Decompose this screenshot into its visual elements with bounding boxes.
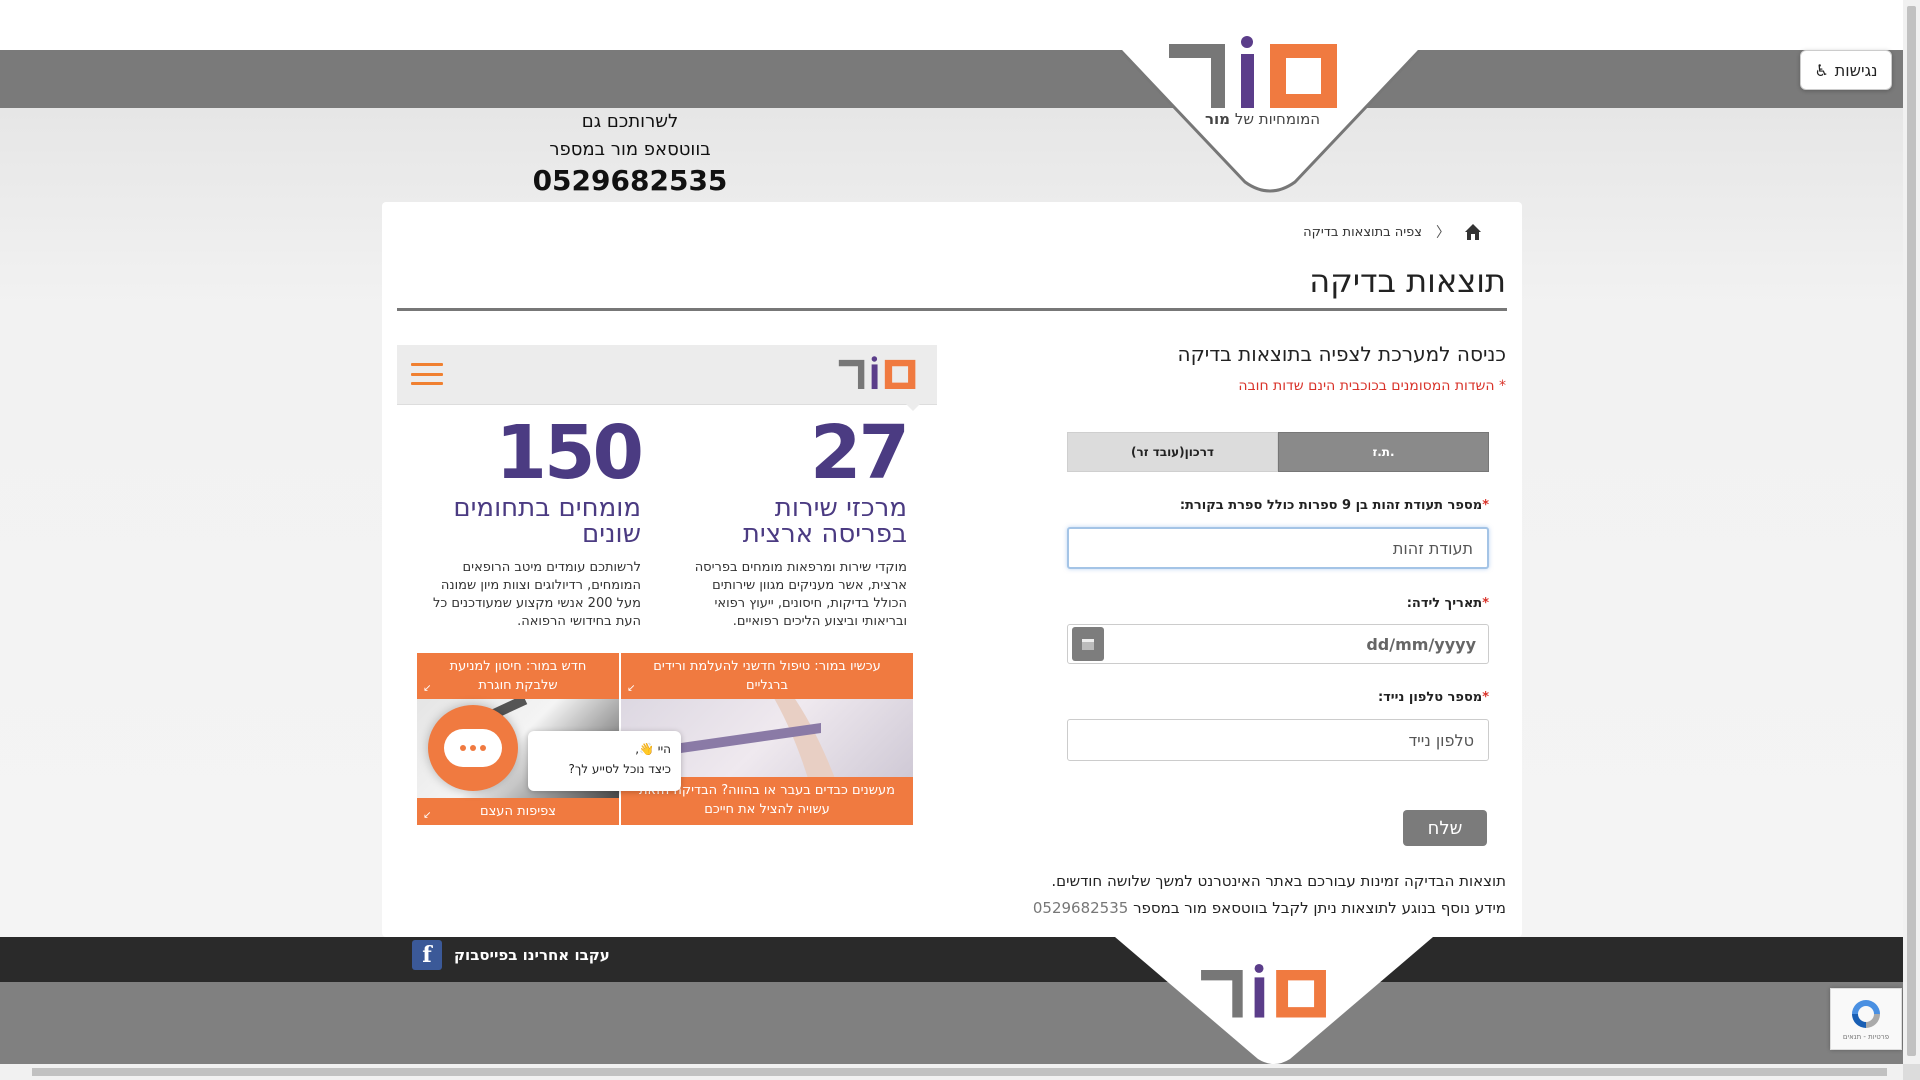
- stat-desc: לרשותכם עומדים מיטב הרופאים המומחים, רדי…: [432, 560, 641, 629]
- horizontal-scroll-thumb[interactable]: [32, 1068, 1887, 1076]
- hamburger-menu-icon[interactable]: [411, 363, 443, 385]
- wheelchair-icon: ♿: [1814, 60, 1829, 80]
- chat-dots-icon: [444, 729, 502, 767]
- stat-value: 27: [810, 410, 910, 496]
- promo-header: [397, 345, 937, 411]
- logo-tagline: המומחיות של מור: [1205, 110, 1320, 128]
- header-band: [0, 50, 1903, 108]
- required-note: * השדות המסומנים בכוכבית הינם שדות חובה: [1238, 378, 1506, 394]
- arrow-icon: ↙: [627, 683, 636, 694]
- home-icon[interactable]: [1464, 223, 1482, 241]
- breadcrumb-current: צפיה בתוצאות בדיקה: [1303, 224, 1422, 240]
- recaptcha-badge[interactable]: פרטיות - תנאים: [1830, 988, 1902, 1050]
- arrow-icon: ↙: [423, 683, 432, 694]
- logo-tagline-brand: מור: [1205, 110, 1231, 128]
- accessibility-label: נגישות: [1834, 60, 1878, 80]
- stat-desc: מוקדי שירות ומרפאות מומחים בפריסה ארצית,…: [694, 560, 907, 629]
- birth-date-label-text: תאריך לידה:: [1406, 596, 1483, 611]
- horizontal-scrollbar[interactable]: [0, 1064, 1903, 1080]
- chat-greeting-popup[interactable]: היי 👋, כיצד נוכל לסייע לך?: [528, 731, 681, 791]
- phone-field-label: *מספר טלפון נייד:: [1067, 690, 1489, 705]
- accessibility-button[interactable]: נגישות ♿: [1800, 50, 1892, 90]
- vertical-scrollbar[interactable]: [1903, 0, 1920, 1064]
- required-star: *: [1482, 596, 1489, 611]
- info-phone[interactable]: 0529682535: [1033, 899, 1128, 917]
- info-line1: תוצאות הבדיקה זמינות עבורכם באתר האינטרנ…: [1051, 872, 1506, 890]
- whatsapp-promo: לשרותכם גם בווטסאפ מור במספר 0529682535: [520, 108, 740, 198]
- tab-passport[interactable]: דרכון(עובד זר): [1067, 432, 1278, 472]
- mor-logo[interactable]: המומחיות של מור: [1165, 36, 1345, 132]
- login-form-header: כניסה למערכת לצפיה בתוצאות בדיקה * השדות…: [986, 342, 1506, 394]
- required-star: *: [1482, 498, 1489, 513]
- recaptcha-icon: [1852, 1000, 1880, 1028]
- chat-question: כיצד נוכל לסייע לך?: [568, 762, 671, 776]
- id-type-tabs: דרכון(עובד זר) ת.ז.: [1067, 432, 1489, 472]
- main-content-card: 〈 צפיה בתוצאות בדיקה תוצאות בדיקה כניסה …: [382, 202, 1522, 937]
- chat-launcher-button[interactable]: [428, 705, 518, 791]
- stat-value: 150: [495, 410, 644, 496]
- tile-caption: חדש במור: חיסון למניעת שלבקת חוגרת: [417, 653, 619, 699]
- recaptcha-label: פרטיות - תנאים: [1842, 1033, 1890, 1041]
- calendar-icon[interactable]: [1072, 627, 1104, 661]
- id-field-label: *מספר תעודת זהות בן 9 ספרות כולל ספרת בק…: [1067, 498, 1489, 513]
- whatsapp-line1: לשרותכם גם: [581, 111, 679, 132]
- birth-date-field: [1067, 624, 1489, 664]
- footer-gray-band: [0, 982, 1903, 1064]
- tab-id[interactable]: ת.ז.: [1278, 432, 1489, 472]
- whatsapp-line2: בווטסאפ מור במספר: [549, 139, 711, 160]
- results-info: תוצאות הבדיקה זמינות עבורכם באתר האינטרנ…: [886, 868, 1506, 922]
- id-number-input[interactable]: [1067, 527, 1489, 569]
- tile-caption: עכשיו במור: טיפול חדשני להעלמת ורידים בר…: [621, 653, 913, 699]
- promo-mor-logo: [838, 356, 916, 390]
- footer-mor-logo[interactable]: [1198, 964, 1332, 1022]
- title-divider: [397, 308, 1507, 311]
- chat-greeting: היי 👋,: [635, 742, 671, 756]
- vertical-scroll-thumb[interactable]: [1907, 6, 1916, 1056]
- promo-header-pointer: [905, 403, 921, 411]
- page-title: תוצאות בדיקה: [1309, 262, 1506, 300]
- mobile-phone-input[interactable]: [1067, 719, 1489, 761]
- facebook-follow-text: עקבו אחרינו בפייסבוק: [454, 946, 610, 964]
- phone-field-label-text: מספר טלפון נייד:: [1377, 690, 1483, 705]
- scrollbar-corner: [1903, 1064, 1920, 1080]
- info-line2: מידע נוסף בנוגע לתוצאות ניתן לקבל בווטסא…: [886, 895, 1506, 922]
- required-star: *: [1482, 690, 1489, 705]
- form-heading: כניסה למערכת לצפיה בתוצאות בדיקה: [1177, 342, 1506, 366]
- whatsapp-number[interactable]: 0529682535: [520, 164, 740, 198]
- stat-specialists: 150 מומחים בתחומים שונים לרשותכם עומדים …: [427, 410, 644, 631]
- facebook-icon: f: [412, 940, 442, 970]
- info-line2-text: מידע נוסף בנוגע לתוצאות ניתן לקבל בווטסא…: [1133, 899, 1506, 917]
- logo-tagline-text: המומחיות של: [1234, 110, 1321, 128]
- stat-title: מרכזי שירות בפריסה ארצית: [742, 493, 907, 549]
- chevron-left-icon: 〈: [1436, 225, 1450, 241]
- stat-title: מומחים בתחומים שונים: [453, 493, 641, 549]
- id-field-label-text: מספר תעודת זהות בן 9 ספרות כולל ספרת בקו…: [1179, 498, 1483, 513]
- birth-date-label: *תאריך לידה:: [1067, 596, 1489, 611]
- facebook-follow-link[interactable]: עקבו אחרינו בפייסבוק f: [412, 940, 610, 970]
- footer-dark-band: [0, 937, 1903, 982]
- tile-caption: צפיפות העצם: [417, 798, 619, 825]
- arrow-icon: ↙: [423, 810, 432, 821]
- breadcrumb: 〈 צפיה בתוצאות בדיקה: [1303, 222, 1482, 242]
- birth-date-input[interactable]: [1104, 625, 1488, 663]
- stat-service-centers: 27 מרכזי שירות בפריסה ארצית מוקדי שירות …: [687, 410, 910, 631]
- submit-button[interactable]: שלח: [1403, 810, 1487, 846]
